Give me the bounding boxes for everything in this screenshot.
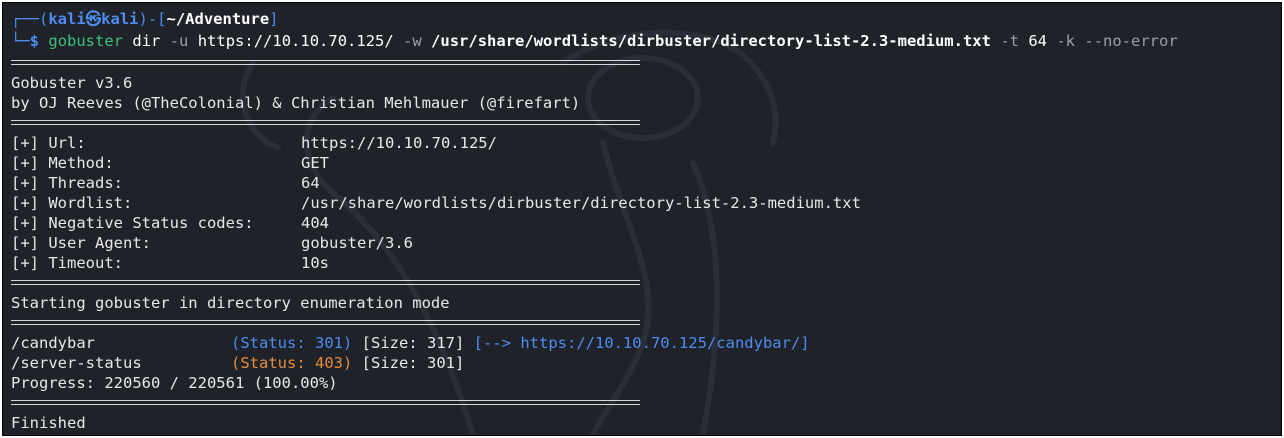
separator: [11, 60, 640, 65]
command-flag-noerror: --no-error: [1084, 32, 1178, 50]
separator: [11, 320, 640, 325]
config-row: [+] Timeout: 10s: [11, 253, 329, 273]
config-row: [+] Threads: 64: [11, 173, 320, 193]
command-subcommand: dir: [132, 32, 161, 50]
command-threads: 64: [1028, 32, 1047, 50]
command-program: gobuster: [48, 32, 124, 50]
config-label: [+] Wordlist:: [11, 194, 133, 212]
config-value: 404: [301, 214, 329, 232]
prompt-host: kali: [101, 10, 139, 28]
progress-line: Progress: 220560 / 220561 (100.00%): [11, 374, 338, 392]
result-size: [Size: 301]: [361, 354, 465, 372]
result-size: [Size: 317]: [361, 334, 465, 352]
result-row: /server-status (Status: 403) [Size: 301]: [11, 353, 464, 373]
config-value: GET: [301, 154, 329, 172]
prompt-end: ]: [269, 10, 279, 28]
config-value: 64: [301, 174, 320, 192]
config-value: 10s: [301, 254, 329, 272]
separator: [11, 400, 640, 405]
terminal-window[interactable]: ┌──(kali㉿kali)-[~/Adventure] └─$ gobuste…: [2, 2, 1282, 436]
command-url: https://10.10.70.125/: [197, 32, 394, 50]
config-label: [+] Method:: [11, 154, 114, 172]
prompt-line: ┌──(kali㉿kali)-[~/Adventure]: [11, 9, 279, 29]
config-value: /usr/share/wordlists/dirbuster/directory…: [301, 194, 861, 212]
command-line[interactable]: └─$ gobuster dir -u https://10.10.70.125…: [11, 31, 1178, 51]
prompt-user: kali: [48, 10, 86, 28]
banner-title: Gobuster v3.6: [11, 74, 133, 92]
result-path: /candybar: [11, 334, 95, 352]
config-value: gobuster/3.6: [301, 234, 413, 252]
config-row: [+] Negative Status codes: 404: [11, 213, 329, 233]
config-label: [+] Timeout:: [11, 254, 123, 272]
config-row: [+] Method: GET: [11, 153, 329, 173]
separator: [11, 280, 640, 285]
prompt-dollar: $: [29, 32, 40, 50]
banner-authors: by OJ Reeves (@TheColonial) & Christian …: [11, 94, 581, 112]
result-redirect-link[interactable]: [--> https://10.10.70.125/candybar/]: [474, 334, 810, 352]
starting-message: Starting gobuster in directory enumerati…: [11, 294, 450, 312]
result-path: /server-status: [11, 354, 142, 372]
config-row: [+] Wordlist: /usr/share/wordlists/dirbus…: [11, 193, 861, 213]
config-label: [+] Negative Status codes:: [11, 214, 254, 232]
prompt-separator: )-[: [138, 10, 167, 28]
command-flag-t: -t: [1000, 32, 1019, 50]
config-row: [+] Url: https://10.10.70.125/: [11, 133, 497, 153]
command-flag-u: -u: [169, 32, 189, 50]
command-wordlist: /usr/share/wordlists/dirbuster/directory…: [431, 32, 991, 50]
prompt-frame-top: ┌──(: [11, 10, 49, 28]
prompt-frame-bottom: └─: [11, 32, 30, 50]
prompt-cwd: ~/Adventure: [166, 10, 270, 28]
config-row: [+] User Agent: gobuster/3.6: [11, 233, 413, 253]
result-row: /candybar (Status: 301) [Size: 317] [--> …: [11, 333, 810, 353]
separator: [11, 120, 640, 125]
result-status: (Status: 301): [231, 334, 353, 352]
config-label: [+] Threads:: [11, 174, 123, 192]
config-value: https://10.10.70.125/: [301, 134, 497, 152]
config-label: [+] Url:: [11, 134, 86, 152]
config-label: [+] User Agent:: [11, 234, 151, 252]
result-status: (Status: 403): [231, 354, 353, 372]
prompt-at-symbol: ㉿: [85, 10, 102, 28]
command-flag-w: -w: [403, 32, 422, 50]
command-flag-k: -k: [1056, 32, 1076, 50]
finished-message: Finished: [11, 414, 86, 432]
